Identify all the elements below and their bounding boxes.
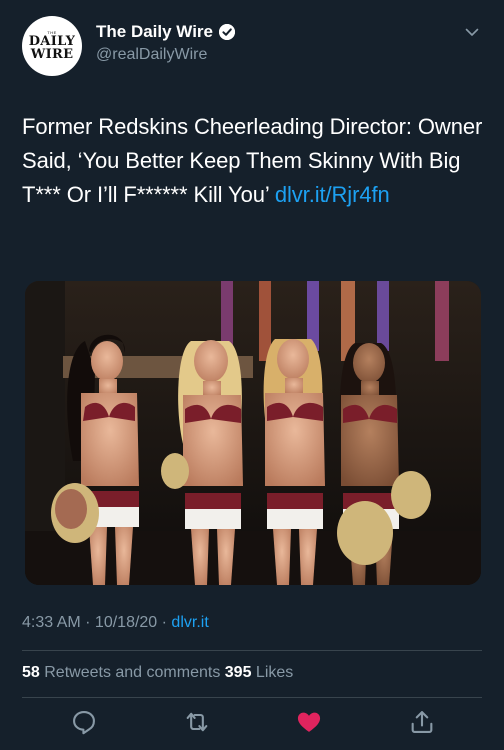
- tweet-body: Former Redskins Cheerleading Director: O…: [22, 114, 483, 207]
- likes-count: 395: [224, 664, 252, 681]
- reply-icon[interactable]: [70, 708, 98, 736]
- tweet-stats: 58 Retweets and comments 395 Likes: [22, 664, 293, 682]
- meta-separator: ·: [157, 614, 172, 631]
- avatar[interactable]: THE DAILY WIRE: [22, 16, 82, 76]
- display-name[interactable]: The Daily Wire: [96, 22, 213, 42]
- tweet-meta: 4:33 AM · 10/18/20 · dlvr.it: [22, 614, 209, 632]
- divider: [22, 697, 482, 698]
- likes-stat[interactable]: 395 Likes: [225, 664, 294, 681]
- action-bar: [0, 708, 504, 742]
- handle[interactable]: @realDailyWire: [96, 46, 235, 64]
- chevron-down-icon[interactable]: [464, 24, 480, 40]
- likes-label: Likes: [251, 664, 294, 681]
- retweets-label: Retweets and comments: [39, 664, 225, 681]
- tweet-link[interactable]: dlvr.it/Rjr4fn: [275, 182, 390, 207]
- tweet-header: THE DAILY WIRE The Daily Wire @realDaily…: [22, 16, 484, 78]
- share-icon[interactable]: [408, 708, 436, 736]
- tweet-text: Former Redskins Cheerleading Director: O…: [22, 110, 484, 212]
- retweet-icon[interactable]: [183, 708, 211, 736]
- tweet-time: 4:33 AM: [22, 614, 81, 631]
- avatar-logo-line2: WIRE: [30, 47, 74, 62]
- retweets-stat[interactable]: 58 Retweets and comments: [22, 664, 225, 681]
- verified-badge-icon: [219, 24, 235, 40]
- tweet-photo[interactable]: NE ST: [25, 281, 481, 585]
- divider: [22, 650, 482, 651]
- retweets-count: 58: [22, 664, 40, 681]
- display-name-row[interactable]: The Daily Wire: [96, 22, 235, 42]
- cheerleaders-photo: NE ST: [25, 281, 481, 585]
- tweet-source[interactable]: dlvr.it: [171, 614, 208, 631]
- like-icon[interactable]: [295, 708, 323, 736]
- meta-separator: ·: [80, 614, 95, 631]
- author-names: The Daily Wire @realDailyWire: [96, 22, 235, 64]
- tweet-date[interactable]: 10/18/20: [95, 614, 157, 631]
